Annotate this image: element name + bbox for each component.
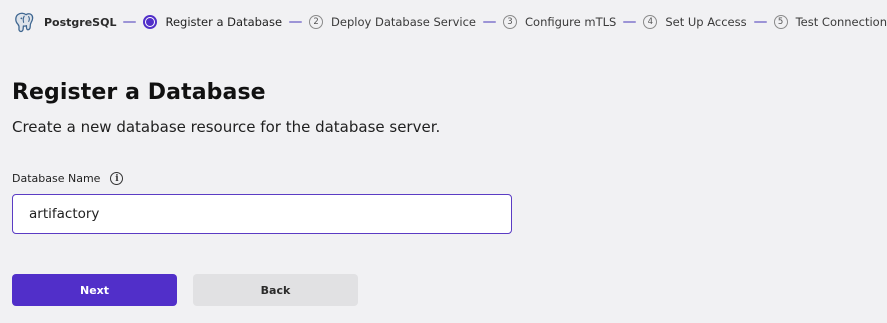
step-label: Configure mTLS — [525, 15, 617, 29]
step-separator — [623, 21, 637, 23]
step-separator — [483, 21, 496, 23]
step-number: 3 — [503, 15, 517, 29]
step-test-connection: 5 Test Connection — [773, 15, 887, 29]
product-name: PostgreSQL — [44, 15, 117, 29]
info-icon[interactable]: i — [110, 172, 124, 185]
database-name-input[interactable] — [12, 194, 512, 234]
database-name-label: Database Name — [12, 172, 101, 185]
step-set-up-access: 4 Set Up Access — [643, 15, 747, 29]
database-name-label-row: Database Name i — [12, 172, 124, 185]
step-number: 2 — [309, 15, 324, 29]
step-register-database: Register a Database — [143, 15, 282, 29]
step-separator — [123, 21, 137, 23]
step-label: Test Connection — [795, 15, 887, 29]
page-title: Register a Database — [12, 80, 266, 105]
postgresql-elephant-icon — [12, 10, 36, 34]
active-step-indicator-icon — [143, 15, 158, 29]
step-label: Register a Database — [165, 15, 283, 29]
step-separator — [753, 21, 767, 23]
stepper-header: PostgreSQL Register a Database 2 Deploy … — [0, 0, 887, 44]
next-button[interactable]: Next — [12, 274, 177, 306]
step-number: 5 — [773, 15, 788, 29]
step-label: Deploy Database Service — [331, 15, 476, 29]
step-separator — [289, 21, 303, 23]
back-button[interactable]: Back — [193, 274, 358, 306]
step-deploy-database-service: 2 Deploy Database Service — [309, 15, 476, 29]
step-label: Set Up Access — [665, 15, 747, 29]
step-configure-mtls: 3 Configure mTLS — [503, 15, 616, 29]
product-indicator: PostgreSQL — [12, 10, 116, 34]
page-subtitle: Create a new database resource for the d… — [12, 118, 441, 136]
step-number: 4 — [643, 15, 658, 29]
